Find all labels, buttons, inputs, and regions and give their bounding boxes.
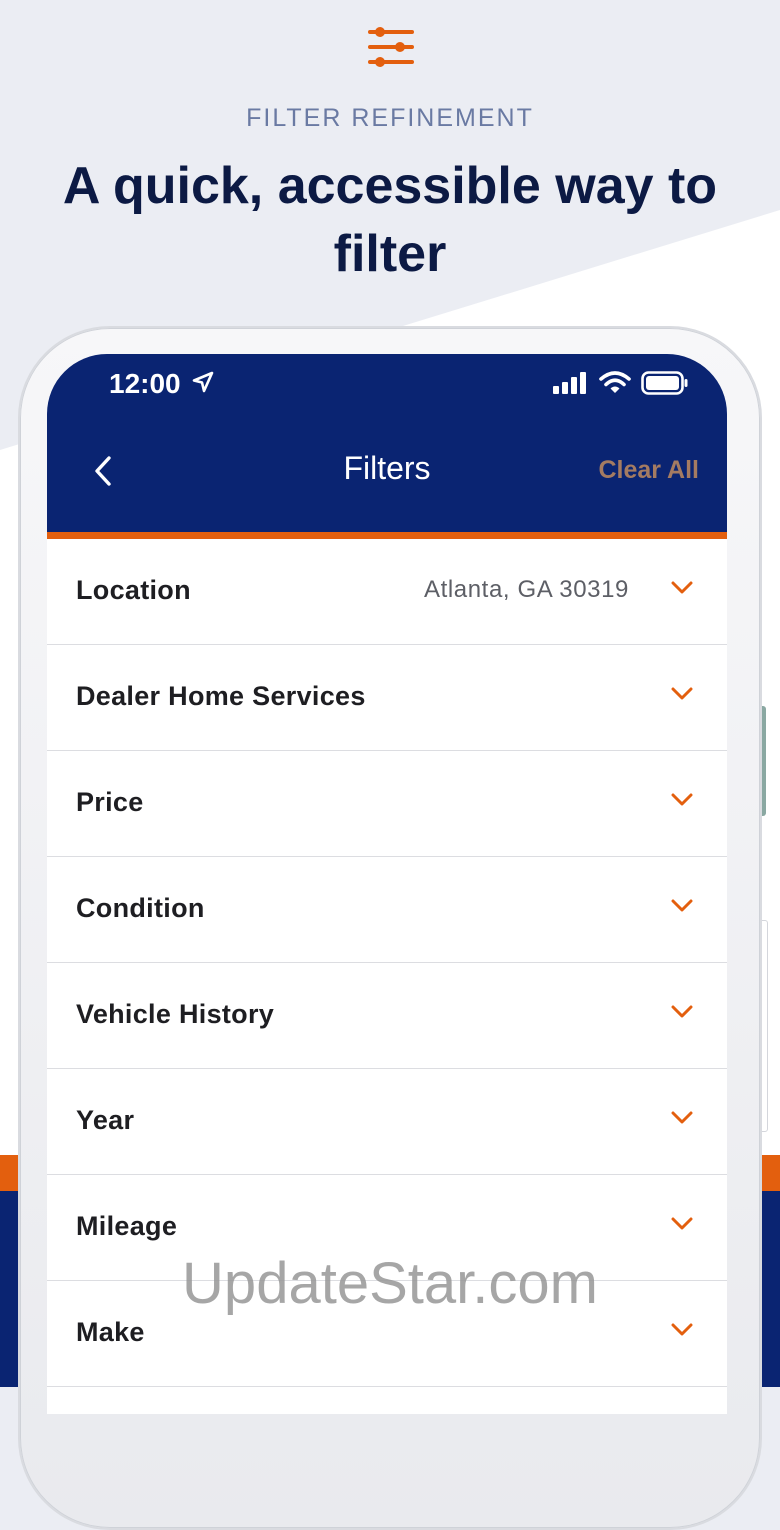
watermark-text: UpdateStar.com: [182, 1251, 598, 1316]
filter-row-dealer-home-services[interactable]: Dealer Home Services: [47, 645, 727, 751]
chevron-down-icon: [671, 899, 693, 912]
chevron-down-icon: [671, 1323, 693, 1336]
app-header: 12:00 Filters Clear All: [47, 354, 727, 532]
filter-label: Mileage: [76, 1211, 178, 1241]
filter-label: Condition: [76, 893, 205, 923]
chevron-down-icon: [671, 793, 693, 806]
status-time: 12:00: [109, 368, 181, 399]
filter-value: Atlanta, GA 30319: [423, 576, 629, 603]
filter-label: Location: [76, 575, 191, 605]
filter-row-condition[interactable]: Condition: [47, 857, 727, 963]
filter-row-vehicle-history[interactable]: Vehicle History: [47, 963, 727, 1069]
wifi-icon: [599, 371, 631, 393]
clear-all-button[interactable]: Clear All: [598, 456, 699, 485]
battery-icon: [641, 371, 688, 395]
sliders-icon: [368, 27, 414, 67]
chevron-down-icon: [671, 1005, 693, 1018]
chevron-down-icon: [671, 1111, 693, 1124]
filter-label: Vehicle History: [76, 999, 275, 1029]
headline: A quick, accessible way to filter: [62, 157, 718, 283]
filter-label: Year: [76, 1105, 135, 1135]
location-arrow-icon: [192, 371, 214, 393]
chevron-down-icon: [671, 1217, 693, 1230]
eyebrow-text: FILTER REFINEMENT: [246, 104, 534, 132]
filter-row-location[interactable]: Location Atlanta, GA 30319: [47, 539, 727, 645]
status-icons: [553, 370, 689, 396]
filter-row-year[interactable]: Year: [47, 1069, 727, 1175]
filter-row-price[interactable]: Price: [47, 751, 727, 857]
chevron-down-icon: [671, 687, 693, 700]
filter-label: Dealer Home Services: [76, 681, 366, 711]
signal-icon: [553, 372, 586, 394]
header-accent-bar: [47, 532, 727, 539]
filter-label: Make: [76, 1317, 145, 1347]
filter-label: Price: [76, 787, 144, 817]
chevron-down-icon: [671, 581, 693, 594]
